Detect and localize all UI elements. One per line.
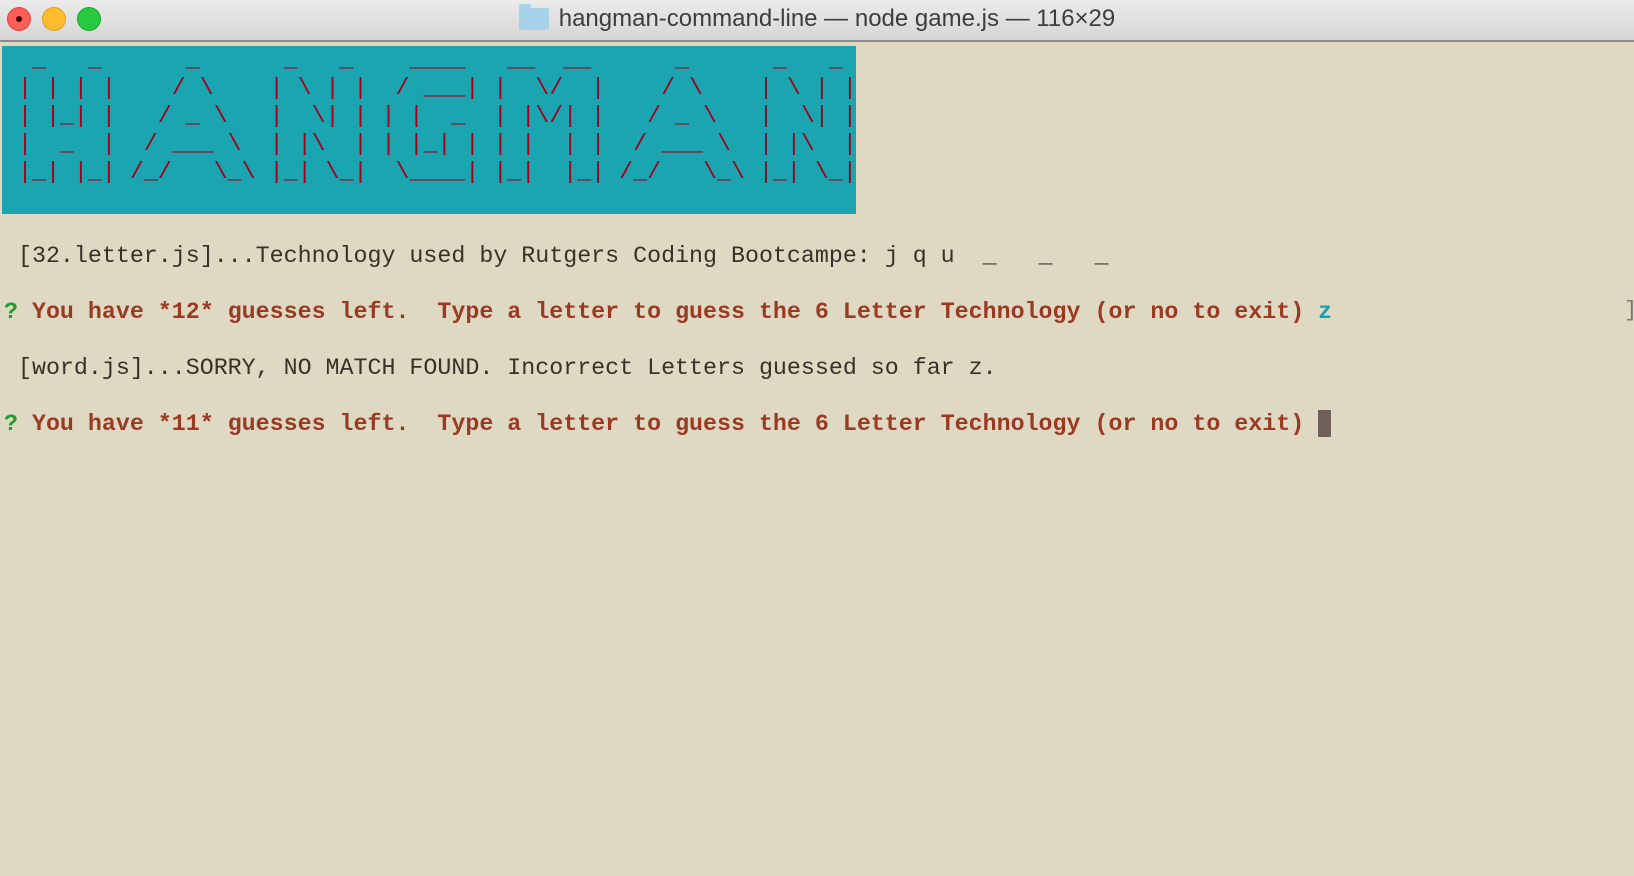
- result-line: [word.js]...SORRY, NO MATCH FOUND. Incor…: [4, 355, 997, 381]
- prompt-line-1: ? You have *12* guesses left. Type a let…: [4, 298, 1332, 326]
- folder-icon: [518, 4, 549, 30]
- scroll-edge-mark: ]: [1624, 298, 1634, 323]
- text-cursor: [1318, 410, 1332, 437]
- terminal-output[interactable]: _ _ _ _ _ ____ __ __ _ _ _ | | | | / \ |…: [2, 46, 1332, 437]
- ascii-art-title: _ _ _ _ _ ____ __ __ _ _ _ | | | | / \ |…: [17, 47, 857, 185]
- hangman-banner: _ _ _ _ _ ____ __ __ _ _ _ | | | | / \ |…: [2, 46, 857, 214]
- window-title-text: hangman-command-line — node game.js — 11…: [558, 5, 1116, 32]
- user-answer: z: [1318, 299, 1333, 325]
- question-mark: ?: [4, 299, 32, 325]
- window-titlebar: hangman-command-line — node game.js — 11…: [0, 0, 1634, 42]
- prompt-message: You have *11* guesses left. Type a lette…: [31, 411, 1319, 437]
- question-mark: ?: [4, 411, 32, 437]
- prompt-message: You have *12* guesses left. Type a lette…: [31, 299, 1319, 325]
- window-title: hangman-command-line — node game.js — 11…: [0, 0, 1634, 38]
- prompt-line-2[interactable]: ? You have *11* guesses left. Type a let…: [4, 410, 1332, 438]
- word-progress-line: [32.letter.js]...Technology used by Rutg…: [4, 243, 1109, 269]
